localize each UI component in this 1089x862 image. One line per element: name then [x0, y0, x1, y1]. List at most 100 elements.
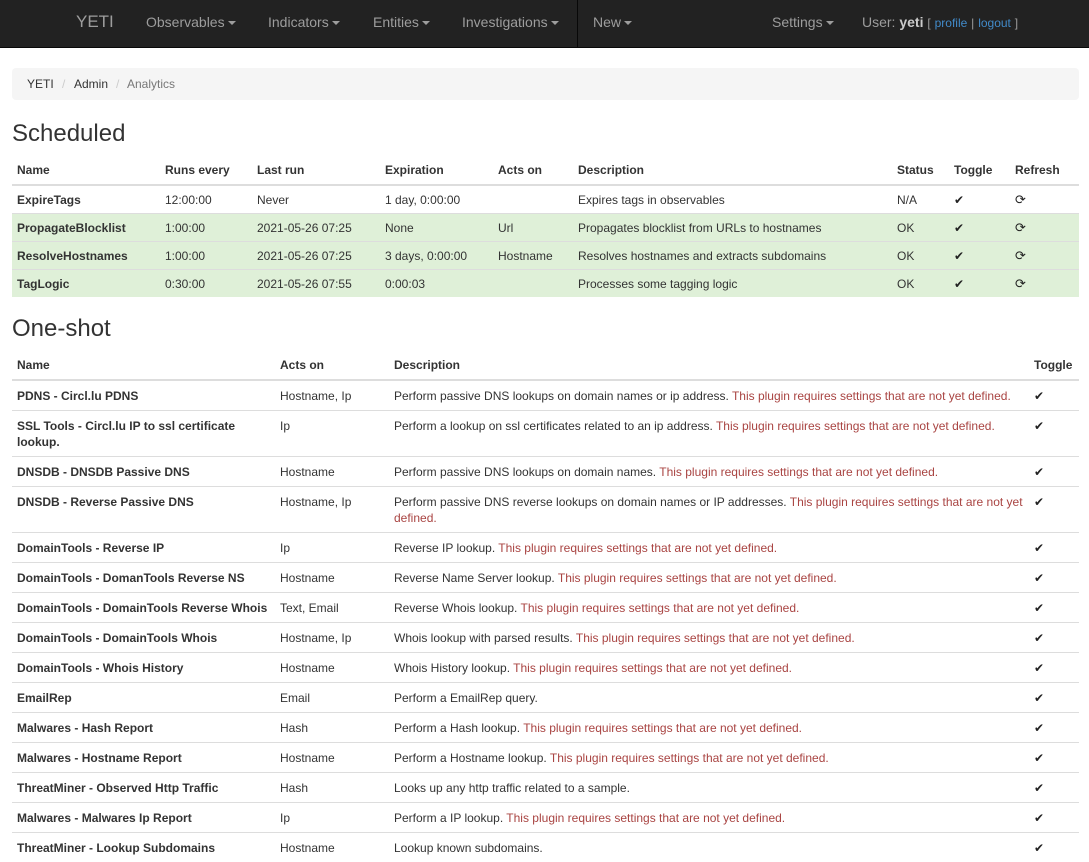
- plugin-name: Malwares - Malwares Ip Report: [12, 803, 275, 833]
- brand-logo[interactable]: YETI: [76, 12, 114, 32]
- toggle-cell: ✔: [1029, 593, 1079, 623]
- check-icon[interactable]: ✔: [1034, 661, 1044, 675]
- refresh-cell: ⟳: [1010, 214, 1079, 242]
- acts-on: Hostname: [493, 242, 573, 270]
- description: Whois History lookup. This plugin requir…: [389, 653, 1029, 683]
- check-icon[interactable]: ✔: [954, 249, 964, 263]
- table-row: PropagateBlocklist1:00:002021-05-26 07:2…: [12, 214, 1079, 242]
- check-icon[interactable]: ✔: [1034, 781, 1044, 795]
- plugin-name: Malwares - Hash Report: [12, 713, 275, 743]
- check-icon[interactable]: ✔: [1034, 389, 1044, 403]
- menu-investigations[interactable]: Investigations: [462, 14, 559, 30]
- settings-warning: This plugin requires settings that are n…: [498, 541, 777, 555]
- acts-on: [493, 185, 573, 214]
- logout-link[interactable]: logout: [978, 16, 1011, 30]
- acts-on: Url: [493, 214, 573, 242]
- breadcrumb-home[interactable]: YETI: [27, 68, 54, 100]
- acts-on: Hostname, Ip: [275, 487, 389, 533]
- status: OK: [892, 242, 949, 270]
- oneshot-table: Name Acts on Description Toggle PDNS - C…: [12, 350, 1079, 862]
- acts-on: Hostname, Ip: [275, 623, 389, 653]
- check-icon[interactable]: ✔: [1034, 721, 1044, 735]
- profile-link[interactable]: profile: [935, 16, 968, 30]
- description-text: Reverse Whois lookup.: [394, 601, 517, 615]
- check-icon[interactable]: ✔: [954, 277, 964, 291]
- table-row: Malwares - Malwares Ip ReportIpPerform a…: [12, 803, 1079, 833]
- table-row: DomainTools - DomainTools Reverse WhoisT…: [12, 593, 1079, 623]
- toggle-cell: ✔: [1029, 713, 1079, 743]
- check-icon[interactable]: ✔: [1034, 601, 1044, 615]
- plugin-name: DomainTools - DomainTools Whois: [12, 623, 275, 653]
- acts-on: Hash: [275, 713, 389, 743]
- check-icon[interactable]: ✔: [954, 193, 964, 207]
- settings-warning: This plugin requires settings that are n…: [523, 721, 802, 735]
- check-icon[interactable]: ✔: [1034, 465, 1044, 479]
- plugin-name: DNSDB - Reverse Passive DNS: [12, 487, 275, 533]
- user-info: User: yeti [ profile | logout ]: [862, 14, 1018, 30]
- plugin-name: EmailRep: [12, 683, 275, 713]
- toggle-cell: ✔: [1029, 773, 1079, 803]
- job-name: PropagateBlocklist: [12, 214, 160, 242]
- col-toggle: Toggle: [949, 155, 1010, 185]
- plugin-name: DomainTools - DomainTools Reverse Whois: [12, 593, 275, 623]
- refresh-icon[interactable]: ⟳: [1015, 276, 1026, 291]
- plugin-name: Malwares - Hostname Report: [12, 743, 275, 773]
- check-icon[interactable]: ✔: [1034, 571, 1044, 585]
- caret-down-icon: [551, 21, 559, 25]
- last-run: 2021-05-26 07:55: [252, 270, 380, 298]
- check-icon[interactable]: ✔: [1034, 495, 1044, 509]
- description: Perform passive DNS lookups on domain na…: [389, 380, 1029, 411]
- breadcrumb-admin[interactable]: Admin: [74, 68, 108, 100]
- runs-every: 1:00:00: [160, 214, 252, 242]
- scheduled-heading: Scheduled: [12, 120, 125, 148]
- plugin-name: ThreatMiner - Lookup Subdomains: [12, 833, 275, 862]
- description: Resolves hostnames and extracts subdomai…: [573, 242, 892, 270]
- refresh-icon[interactable]: ⟳: [1015, 220, 1026, 235]
- check-icon[interactable]: ✔: [1034, 751, 1044, 765]
- check-icon[interactable]: ✔: [1034, 541, 1044, 555]
- oneshot-heading: One-shot: [12, 315, 111, 343]
- check-icon[interactable]: ✔: [954, 221, 964, 235]
- plugin-name: ThreatMiner - Observed Http Traffic: [12, 773, 275, 803]
- description-text: Perform passive DNS lookups on domain na…: [394, 465, 656, 479]
- description-text: Reverse Name Server lookup.: [394, 571, 555, 585]
- settings-warning: This plugin requires settings that are n…: [513, 661, 792, 675]
- menu-settings[interactable]: Settings: [772, 14, 834, 30]
- table-row: Malwares - Hash ReportHashPerform a Hash…: [12, 713, 1079, 743]
- expiration: 1 day, 0:00:00: [380, 185, 493, 214]
- col-toggle: Toggle: [1029, 350, 1079, 380]
- menu-indicators[interactable]: Indicators: [268, 14, 340, 30]
- check-icon[interactable]: ✔: [1034, 691, 1044, 705]
- runs-every: 12:00:00: [160, 185, 252, 214]
- description: Processes some tagging logic: [573, 270, 892, 298]
- description: Looks up any http traffic related to a s…: [389, 773, 1029, 803]
- description-text: Perform a EmailRep query.: [394, 691, 538, 705]
- last-run: 2021-05-26 07:25: [252, 214, 380, 242]
- table-row: DomainTools - DomanTools Reverse NSHostn…: [12, 563, 1079, 593]
- refresh-cell: ⟳: [1010, 242, 1079, 270]
- job-name: ResolveHostnames: [12, 242, 160, 270]
- settings-warning: This plugin requires settings that are n…: [659, 465, 938, 479]
- refresh-icon[interactable]: ⟳: [1015, 248, 1026, 263]
- check-icon[interactable]: ✔: [1034, 811, 1044, 825]
- col-status: Status: [892, 155, 949, 185]
- plugin-name: DomainTools - DomanTools Reverse NS: [12, 563, 275, 593]
- job-name: TagLogic: [12, 270, 160, 298]
- menu-observables[interactable]: Observables: [146, 14, 236, 30]
- menu-new[interactable]: New: [593, 14, 632, 30]
- description-text: Perform a lookup on ssl certificates rel…: [394, 419, 713, 433]
- table-row: Malwares - Hostname ReportHostnamePerfor…: [12, 743, 1079, 773]
- refresh-icon[interactable]: ⟳: [1015, 192, 1026, 207]
- acts-on: Ip: [275, 533, 389, 563]
- menu-entities[interactable]: Entities: [373, 14, 430, 30]
- table-row: EmailRepEmailPerform a EmailRep query.✔: [12, 683, 1079, 713]
- check-icon[interactable]: ✔: [1034, 419, 1044, 433]
- toggle-cell: ✔: [1029, 457, 1079, 487]
- table-row: DNSDB - Reverse Passive DNSHostname, IpP…: [12, 487, 1079, 533]
- check-icon[interactable]: ✔: [1034, 841, 1044, 855]
- acts-on: Hostname: [275, 457, 389, 487]
- check-icon[interactable]: ✔: [1034, 631, 1044, 645]
- toggle-cell: ✔: [1029, 803, 1079, 833]
- acts-on: Ip: [275, 411, 389, 457]
- settings-warning: This plugin requires settings that are n…: [732, 389, 1011, 403]
